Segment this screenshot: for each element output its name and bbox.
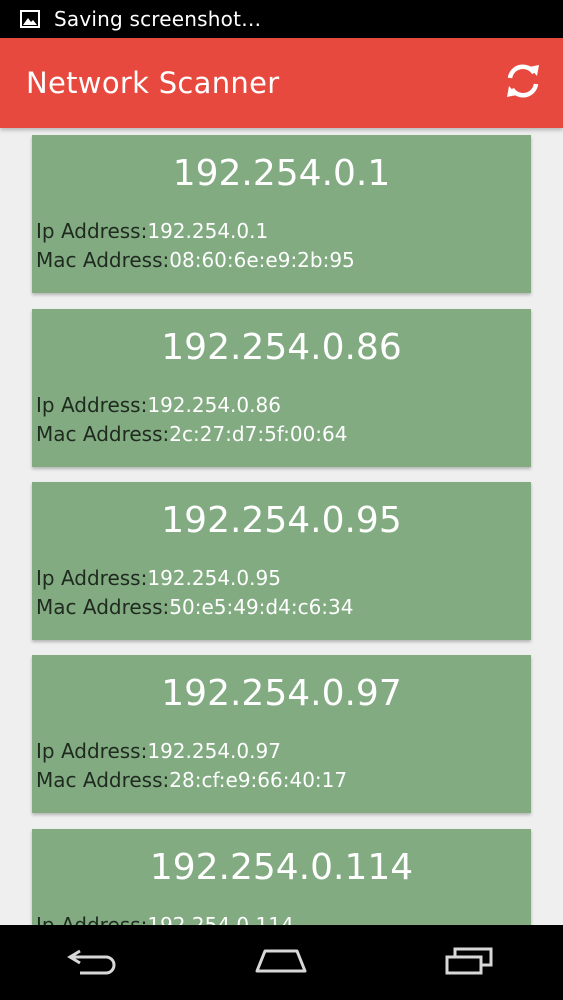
home-icon bbox=[251, 945, 311, 981]
mac-row: Mac Address:50:e5:49:d4:c6:34 bbox=[36, 595, 353, 619]
status-bar: Saving screenshot… bbox=[0, 0, 563, 38]
device-list[interactable]: 192.254.0.1 Ip Address:192.254.0.1 Mac A… bbox=[0, 128, 563, 925]
recents-button[interactable] bbox=[424, 933, 514, 993]
recents-icon bbox=[441, 945, 497, 981]
ip-row: Ip Address:192.254.0.1 bbox=[36, 219, 268, 243]
back-button[interactable] bbox=[49, 933, 139, 993]
back-icon bbox=[66, 945, 122, 981]
device-title: 192.254.0.1 bbox=[172, 153, 391, 194]
screen: Saving screenshot… Network Scanner 192.2… bbox=[0, 0, 563, 1000]
mac-value: 2c:27:d7:5f:00:64 bbox=[169, 422, 348, 446]
ip-row: Ip Address:192.254.0.86 bbox=[36, 393, 281, 417]
mac-value: 08:60:6e:e9:2b:95 bbox=[169, 248, 355, 272]
device-title: 192.254.0.97 bbox=[161, 673, 402, 714]
device-card[interactable]: 192.254.0.114 Ip Address:192.254.0.114 bbox=[32, 829, 531, 925]
ip-value: 192.254.0.97 bbox=[147, 739, 281, 763]
mac-row: Mac Address:28:cf:e9:66:40:17 bbox=[36, 768, 347, 792]
device-card[interactable]: 192.254.0.95 Ip Address:192.254.0.95 Mac… bbox=[32, 482, 531, 640]
app-bar: Network Scanner bbox=[0, 38, 563, 128]
ip-value: 192.254.0.114 bbox=[147, 913, 294, 925]
device-card[interactable]: 192.254.0.86 Ip Address:192.254.0.86 Mac… bbox=[32, 309, 531, 467]
device-card[interactable]: 192.254.0.1 Ip Address:192.254.0.1 Mac A… bbox=[32, 135, 531, 293]
navigation-bar bbox=[0, 925, 563, 1000]
mac-label: Mac Address: bbox=[36, 422, 170, 446]
device-card[interactable]: 192.254.0.97 Ip Address:192.254.0.97 Mac… bbox=[32, 655, 531, 813]
ip-row: Ip Address:192.254.0.114 bbox=[36, 913, 294, 925]
ip-value: 192.254.0.95 bbox=[147, 566, 281, 590]
mac-value: 28:cf:e9:66:40:17 bbox=[169, 768, 348, 792]
status-notification-text: Saving screenshot… bbox=[54, 7, 262, 31]
ip-value: 192.254.0.1 bbox=[147, 219, 269, 243]
device-title: 192.254.0.86 bbox=[161, 327, 402, 368]
mac-label: Mac Address: bbox=[36, 248, 170, 272]
ip-row: Ip Address:192.254.0.97 bbox=[36, 739, 281, 763]
refresh-icon bbox=[503, 61, 543, 105]
ip-label: Ip Address: bbox=[36, 913, 148, 925]
ip-label: Ip Address: bbox=[36, 393, 148, 417]
mac-value: 50:e5:49:d4:c6:34 bbox=[169, 595, 354, 619]
ip-label: Ip Address: bbox=[36, 566, 148, 590]
mac-label: Mac Address: bbox=[36, 768, 170, 792]
mac-label: Mac Address: bbox=[36, 595, 170, 619]
refresh-button[interactable] bbox=[499, 59, 547, 107]
ip-label: Ip Address: bbox=[36, 739, 148, 763]
ip-value: 192.254.0.86 bbox=[147, 393, 281, 417]
mac-row: Mac Address:2c:27:d7:5f:00:64 bbox=[36, 422, 348, 446]
mac-row: Mac Address:08:60:6e:e9:2b:95 bbox=[36, 248, 355, 272]
ip-label: Ip Address: bbox=[36, 219, 148, 243]
home-button[interactable] bbox=[236, 933, 326, 993]
app-title: Network Scanner bbox=[26, 66, 280, 100]
image-icon bbox=[20, 10, 40, 28]
device-title: 192.254.0.95 bbox=[161, 500, 402, 541]
ip-row: Ip Address:192.254.0.95 bbox=[36, 566, 281, 590]
device-title: 192.254.0.114 bbox=[149, 847, 414, 888]
